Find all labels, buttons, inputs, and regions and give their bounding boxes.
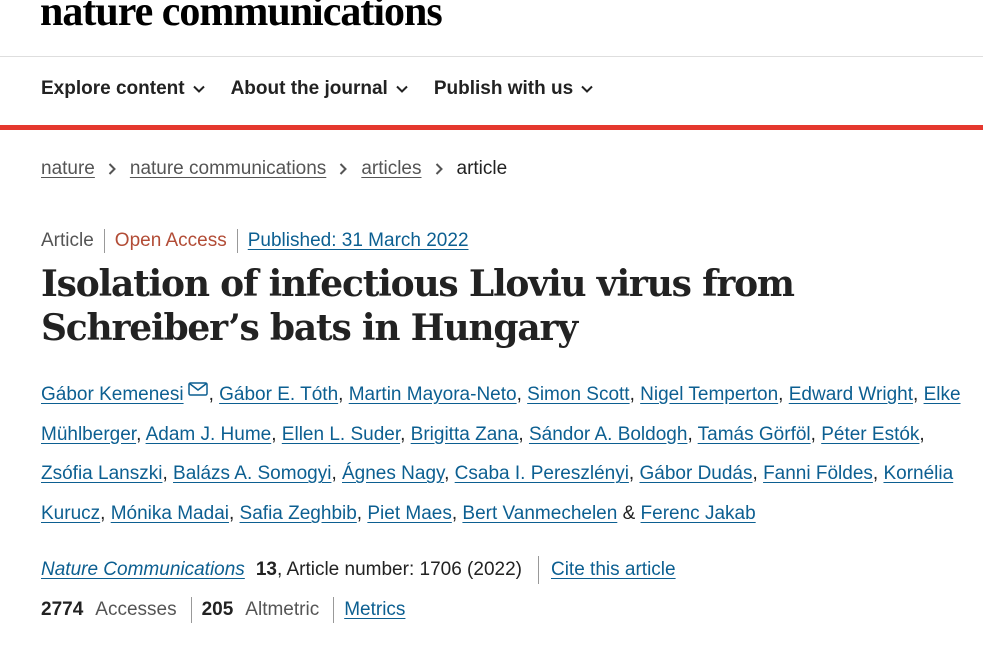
author-link[interactable]: Safia Zeghbib	[240, 503, 357, 524]
author-link[interactable]: Balázs A. Somogyi	[173, 463, 331, 484]
article-type: Article	[41, 230, 94, 251]
main-nav: Explore content About the journal Publis…	[41, 78, 593, 100]
author-link[interactable]: Péter Estók	[821, 424, 919, 445]
author-link[interactable]: Ferenc Jakab	[641, 503, 756, 524]
nav-item-label: Explore content	[41, 78, 185, 99]
chevron-down-icon	[581, 85, 593, 93]
author-link[interactable]: Csaba I. Pereszlényi	[455, 463, 629, 484]
author-link[interactable]: Adam J. Hume	[146, 424, 272, 445]
author-link[interactable]: Zsófia Lanszki	[41, 463, 162, 484]
nav-item-label: Publish with us	[433, 78, 574, 99]
article-number: , Article number: 1706 (2022)	[276, 559, 522, 580]
volume-number: 13	[255, 559, 277, 580]
accesses-label: Accesses	[95, 599, 177, 620]
nav-item-label: About the journal	[230, 78, 388, 99]
chevron-right-icon	[340, 163, 348, 175]
article-title: Isolation of infectious Lloviu virus fro…	[41, 263, 795, 349]
accesses-count: 2774	[41, 599, 84, 620]
author-link[interactable]: Nigel Temperton	[640, 384, 778, 405]
metrics-link[interactable]: Metrics	[344, 599, 405, 621]
article-meta: Article Open Access Published: 31 March …	[41, 229, 469, 253]
author-link[interactable]: Martin Mayora-Neto	[349, 384, 517, 405]
citation-row: Nature Communications 13 , Article numbe…	[41, 556, 676, 584]
nav-publish-with-us[interactable]: Publish with us	[434, 78, 593, 100]
chevron-down-icon	[192, 85, 205, 93]
author-link[interactable]: Ellen L. Suder	[282, 424, 400, 445]
author-list: Gábor Kemenesi, Gábor E. Tóth, Martin Ma…	[41, 382, 961, 525]
nav-explore-content[interactable]: Explore content	[41, 78, 205, 100]
breadcrumb-current: article	[456, 158, 508, 179]
accent-bar	[0, 125, 983, 130]
author-link[interactable]: Simon Scott	[527, 384, 629, 405]
altmetric-label: Altmetric	[245, 599, 320, 620]
author-link[interactable]: Mónika Madai	[111, 503, 229, 524]
journal-link[interactable]: Nature Communications	[41, 559, 245, 581]
chevron-right-icon	[108, 163, 116, 175]
cite-this-article-link[interactable]: Cite this article	[551, 559, 676, 581]
author-link[interactable]: Brigitta Zana	[411, 424, 519, 445]
site-logo[interactable]: nature communications	[40, 0, 443, 36]
breadcrumb-link-nature[interactable]: nature	[41, 158, 95, 180]
metrics-row: 2774 Accesses 205 Altmetric Metrics	[41, 597, 405, 623]
divider	[103, 229, 105, 253]
author-link[interactable]: Gábor E. Tóth	[219, 384, 338, 405]
nav-about-journal[interactable]: About the journal	[231, 78, 408, 100]
author-link[interactable]: Piet Maes	[367, 503, 451, 524]
envelope-icon[interactable]	[187, 382, 208, 396]
author-link[interactable]: Tamás Görföl	[698, 424, 811, 445]
author-link[interactable]: Bert Vanmechelen	[462, 503, 617, 524]
author-link[interactable]: Fanni Földes	[763, 463, 873, 484]
breadcrumb: nature nature communications articles ar…	[41, 158, 507, 180]
open-access-badge: Open Access	[114, 230, 227, 251]
published-date-link[interactable]: Published: 31 March 2022	[248, 230, 469, 252]
chevron-right-icon	[435, 163, 443, 175]
divider	[333, 597, 335, 623]
author-link[interactable]: Ágnes Nagy	[342, 463, 444, 484]
author-link[interactable]: Sándor A. Boldogh	[529, 424, 687, 445]
breadcrumb-link-nature-communications[interactable]: nature communications	[130, 158, 326, 180]
divider	[190, 597, 192, 623]
breadcrumb-link-articles[interactable]: articles	[361, 158, 421, 180]
author-link[interactable]: Gábor Dudás	[639, 463, 752, 484]
divider	[236, 229, 238, 253]
altmetric-score: 205	[201, 599, 234, 620]
author-link[interactable]: Gábor Kemenesi	[41, 384, 184, 405]
author-link[interactable]: Edward Wright	[789, 384, 913, 405]
header-divider	[0, 56, 983, 57]
chevron-down-icon	[396, 85, 408, 93]
divider	[537, 556, 539, 584]
